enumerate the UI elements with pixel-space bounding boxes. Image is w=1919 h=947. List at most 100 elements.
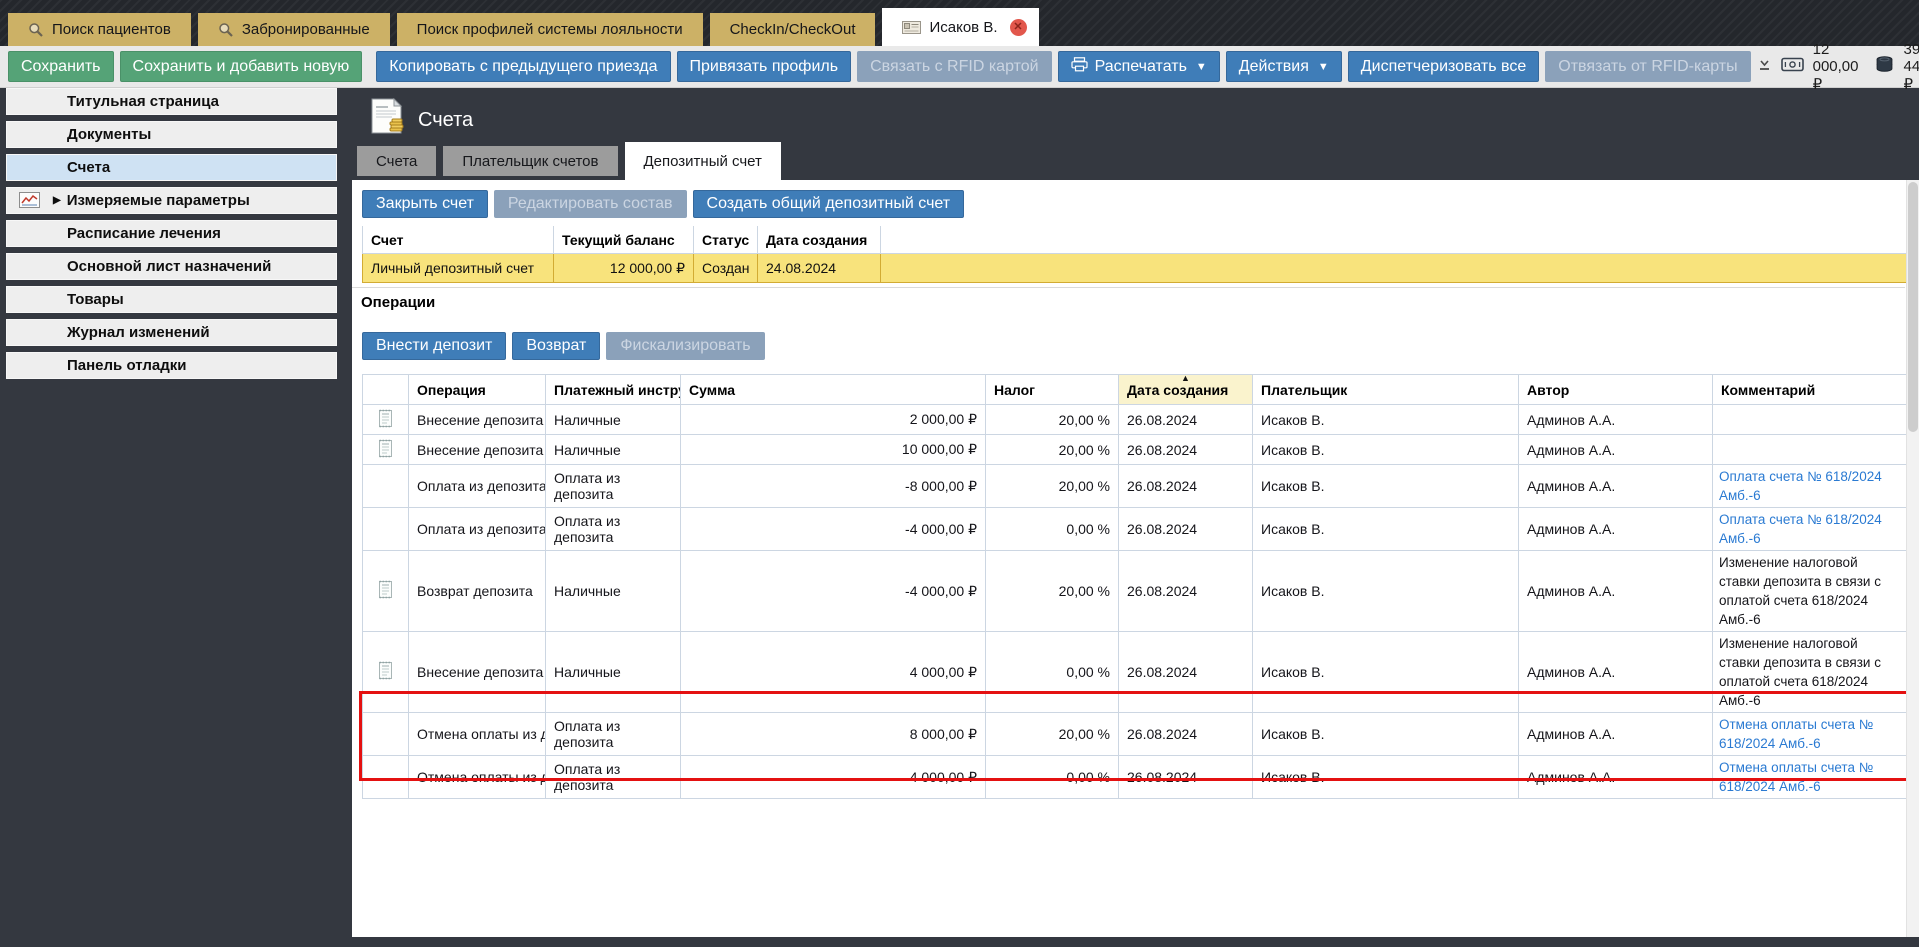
operation-action-button-label: Фискализировать [620,337,750,355]
account-action-button-2: Редактировать состав [494,190,687,218]
tab-label: Плательщик счетов [462,153,598,170]
operations-col-header[interactable]: Сумма [681,375,986,405]
operation-row[interactable]: Внесение депозитаНаличные2 000,00 ₽20,00… [363,405,1909,435]
operations-title: Операции [361,294,435,311]
operation-row[interactable]: Отмена оплаты из депозитаОплата из депоз… [363,713,1909,756]
operation-row[interactable]: Внесение депозитаНаличные10 000,00 ₽20,0… [363,435,1909,465]
sidebar-item-1[interactable]: Титульная страница [6,88,337,115]
window-tab-1[interactable]: Поиск пациентов [8,13,191,46]
operations-col-header[interactable]: Автор [1519,375,1713,405]
window-tab-3[interactable]: Поиск профилей системы лояльности [397,13,703,46]
operation-cell-tax: 20,00 % [986,435,1119,465]
sort-asc-icon: ▲ [1181,375,1190,384]
operation-cell-created: 26.08.2024 [1119,756,1253,799]
collapse-toolbar-icon[interactable] [1757,57,1772,76]
tab-3[interactable]: Депозитный счет [625,142,781,180]
account-action-button-label: Создать общий депозитный счет [707,195,951,213]
accounts-cell-balance: 12 000,00 ₽ [554,254,694,283]
dropdown-caret-icon: ▼ [1196,61,1207,73]
account-actions: Закрыть счетРедактировать состав Создать … [362,190,964,218]
receipt-icon[interactable] [363,551,409,632]
operation-cell-tax: 20,00 % [986,713,1119,756]
receipt-icon[interactable] [363,405,409,435]
sidebar-item-8[interactable]: Журнал изменений [6,319,337,346]
deposit-account-row[interactable]: Личный депозитный счет12 000,00 ₽Создан2… [363,254,1909,283]
sidebar-item-7[interactable]: Товары [6,286,337,313]
window-tab-2[interactable]: Забронированные [198,13,390,46]
operation-cell-payer: Исаков В. [1253,405,1519,435]
toolbar-button-1[interactable]: Сохранить [8,51,114,82]
window-tab-5[interactable]: Исаков В.✕ [882,8,1038,46]
vertical-scrollbar[interactable] [1906,180,1919,937]
sidebar-item-label: Измеряемые параметры [67,192,250,209]
expand-arrow-icon[interactable]: ▶ [53,195,61,206]
sidebar-item-9[interactable]: Панель отладки [6,352,337,379]
toolbar-button-8[interactable]: Диспетчеризовать все [1348,51,1539,82]
operation-comment-link[interactable]: Отмена оплаты счета № 618/2024 Амб.-6 [1713,713,1909,756]
operation-cell-instrument: Наличные [546,405,681,435]
operation-cell-amount: 8 000,00 ₽ [681,713,986,756]
operation-comment-link[interactable]: Оплата счета № 618/2024 Амб.-6 [1713,465,1909,508]
accounts-col-header [881,226,1909,254]
operation-cell-amount: 2 000,00 ₽ [681,405,986,435]
section-tabs: Счета Плательщик счетов Депозитный счет [357,142,781,180]
balance-value: 39 440,00 ₽ [1903,41,1919,93]
operation-row[interactable]: Оплата из депозитаОплата из депозита-8 0… [363,465,1909,508]
operation-cell-instrument: Оплата из депозита [546,465,681,508]
receipt-icon[interactable] [363,435,409,465]
operation-row[interactable]: Внесение депозитаНаличные4 000,00 ₽0,00 … [363,632,1909,713]
operation-action-button-2[interactable]: Возврат [512,332,600,360]
scrollbar-thumb[interactable] [1908,182,1918,432]
toolbar-button-3[interactable]: Копировать с предыдущего приезда [376,51,670,82]
tab-1[interactable]: Счета [357,146,436,176]
window-tab-label: CheckIn/CheckOut [730,21,856,38]
operation-cell-author: Админов А.А. [1519,632,1713,713]
operation-comment-link[interactable]: Отмена оплаты счета № 618/2024 Амб.-6 [1713,756,1909,799]
toolbar-button-label: Действия [1239,58,1309,76]
account-action-button-3[interactable]: Создать общий депозитный счет [693,190,965,218]
receipt-icon[interactable] [363,632,409,713]
operation-cell-comment: Изменение налоговой ставки депозита в св… [1713,551,1909,632]
operations-col-header[interactable]: Налог [986,375,1119,405]
close-tab-icon[interactable]: ✕ [1010,19,1027,36]
operations-col-label: Плательщик [1261,382,1347,398]
toolbar-button-7[interactable]: Действия▼ [1226,51,1342,82]
sidebar-item-6[interactable]: Основной лист назначений [6,253,337,280]
toolbar: СохранитьСохранить и добавить новую Копир… [0,46,1919,88]
operation-comment-link[interactable]: Оплата счета № 618/2024 Амб.-6 [1713,508,1909,551]
sidebar-item-5[interactable]: Расписание лечения [6,220,337,247]
toolbar-button-label: Связать с RFID картой [870,58,1039,76]
operation-cell-tax: 20,00 % [986,465,1119,508]
sidebar-item-2[interactable]: Документы [6,121,337,148]
sidebar-item-label: Панель отладки [67,357,187,374]
operation-cell-amount: -8 000,00 ₽ [681,465,986,508]
operations-col-header[interactable]: Комментарий [1713,375,1909,405]
toolbar-button-6[interactable]: Распечатать▼ [1058,51,1220,82]
sidebar-item-3[interactable]: Счета [6,154,337,181]
operation-row[interactable]: Оплата из депозитаОплата из депозита-4 0… [363,508,1909,551]
window-tab-4[interactable]: CheckIn/CheckOut [710,13,876,46]
operation-row[interactable]: Возврат депозитаНаличные-4 000,00 ₽20,00… [363,551,1909,632]
operation-action-button-1[interactable]: Внести депозит [362,332,506,360]
invoice-icon [368,98,406,143]
tab-2[interactable]: Плательщик счетов [443,146,617,176]
sidebar-item-4[interactable]: ▶ Измеряемые параметры [6,187,337,214]
operations-col-header[interactable]: Платежный инструмент [546,375,681,405]
toolbar-button-4[interactable]: Привязать профиль [677,51,852,82]
operations-col-header[interactable]: Плательщик [1253,375,1519,405]
account-action-button-1[interactable]: Закрыть счет [362,190,488,218]
operation-cell-payer: Исаков В. [1253,632,1519,713]
accounts-col-header: Текущий баланс [554,226,694,254]
operation-cell-tax: 0,00 % [986,756,1119,799]
operation-cell-created: 26.08.2024 [1119,713,1253,756]
operations-col-header[interactable]: Операция [409,375,546,405]
balance-indicators: 12 000,00 ₽39 440,00 ₽ [1757,41,1919,93]
operation-cell-operation: Внесение депозита [409,435,546,465]
toolbar-button-2[interactable]: Сохранить и добавить новую [120,51,363,82]
operation-row[interactable]: Отмена оплаты из депозитаОплата из депоз… [363,756,1909,799]
operations-col-label: Платежный инструмент [554,382,681,398]
deposit-account-panel: Закрыть счетРедактировать состав Создать … [352,180,1919,937]
tab-label: Счета [376,153,417,170]
operations-col-header[interactable]: ▲Дата создания [1119,375,1253,405]
toolbar-button-9: Отвязать от RFID-карты [1545,51,1750,82]
